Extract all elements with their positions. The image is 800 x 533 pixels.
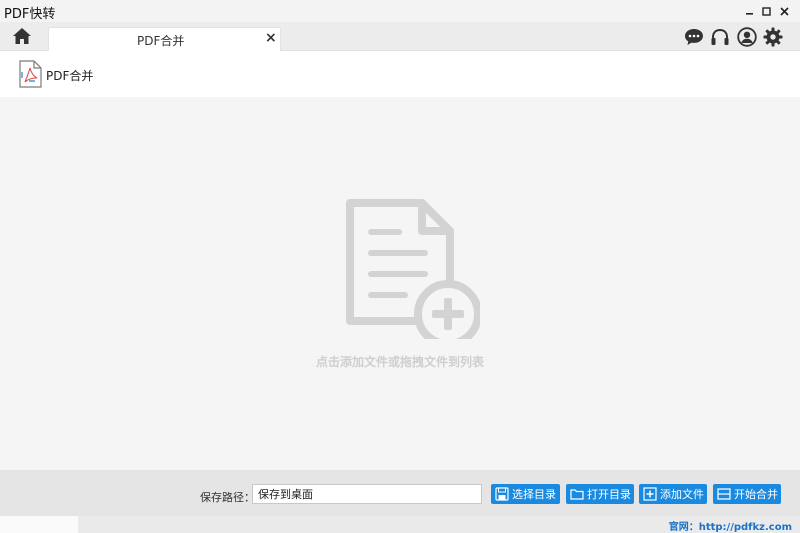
folder-icon: [570, 489, 584, 500]
chat-icon[interactable]: [684, 27, 704, 47]
open-directory-label: 打开目录: [587, 488, 631, 501]
pdf-document-icon: [19, 60, 42, 88]
merge-document-icon: [717, 488, 731, 500]
close-window-button[interactable]: [772, 0, 796, 22]
status-bar: 官网：http://pdfkz.com: [0, 516, 800, 533]
app-title: PDF快转: [4, 7, 56, 22]
drop-hint-text: 点击添加文件或拖拽文件到列表: [315, 355, 484, 369]
choose-directory-label: 选择目录: [512, 488, 556, 501]
save-path-label: 保存路径：: [200, 491, 255, 504]
close-icon: [779, 6, 789, 16]
open-directory-button[interactable]: 打开目录: [566, 484, 634, 504]
start-merge-button[interactable]: 开始合并: [713, 484, 781, 504]
file-drop-area[interactable]: 点击添加文件或拖拽文件到列表: [0, 97, 800, 470]
save-path-input[interactable]: [252, 484, 482, 504]
tab-bar: PDF合并 ×: [0, 22, 800, 51]
settings-gear-icon[interactable]: [763, 27, 783, 47]
tool-title: PDF合并: [46, 69, 94, 83]
headset-icon[interactable]: [710, 27, 730, 47]
tab-label: PDF合并: [137, 34, 185, 48]
add-file-placeholder-icon[interactable]: [344, 199, 480, 339]
official-site-link[interactable]: 官网：http://pdfkz.com: [669, 518, 792, 533]
user-account-icon[interactable]: [737, 27, 757, 47]
minimize-icon: [745, 12, 753, 15]
home-icon[interactable]: [12, 27, 32, 45]
tool-header: PDF合并: [0, 52, 800, 97]
plus-box-icon: [643, 487, 657, 501]
add-file-button[interactable]: 添加文件: [639, 484, 707, 504]
status-left-panel: [0, 516, 78, 533]
tab-close-icon[interactable]: ×: [265, 30, 277, 46]
add-file-label: 添加文件: [660, 488, 704, 501]
tab-pdf-merge[interactable]: PDF合并 ×: [48, 27, 281, 51]
maximize-icon: [761, 6, 771, 16]
save-disk-icon: [495, 487, 509, 501]
start-merge-label: 开始合并: [734, 488, 778, 501]
bottom-action-bar: 保存路径： 选择目录 打开目录 添加文件 开始合并: [0, 470, 800, 516]
title-bar: PDF快转: [0, 0, 800, 22]
choose-directory-button[interactable]: 选择目录: [491, 484, 560, 504]
